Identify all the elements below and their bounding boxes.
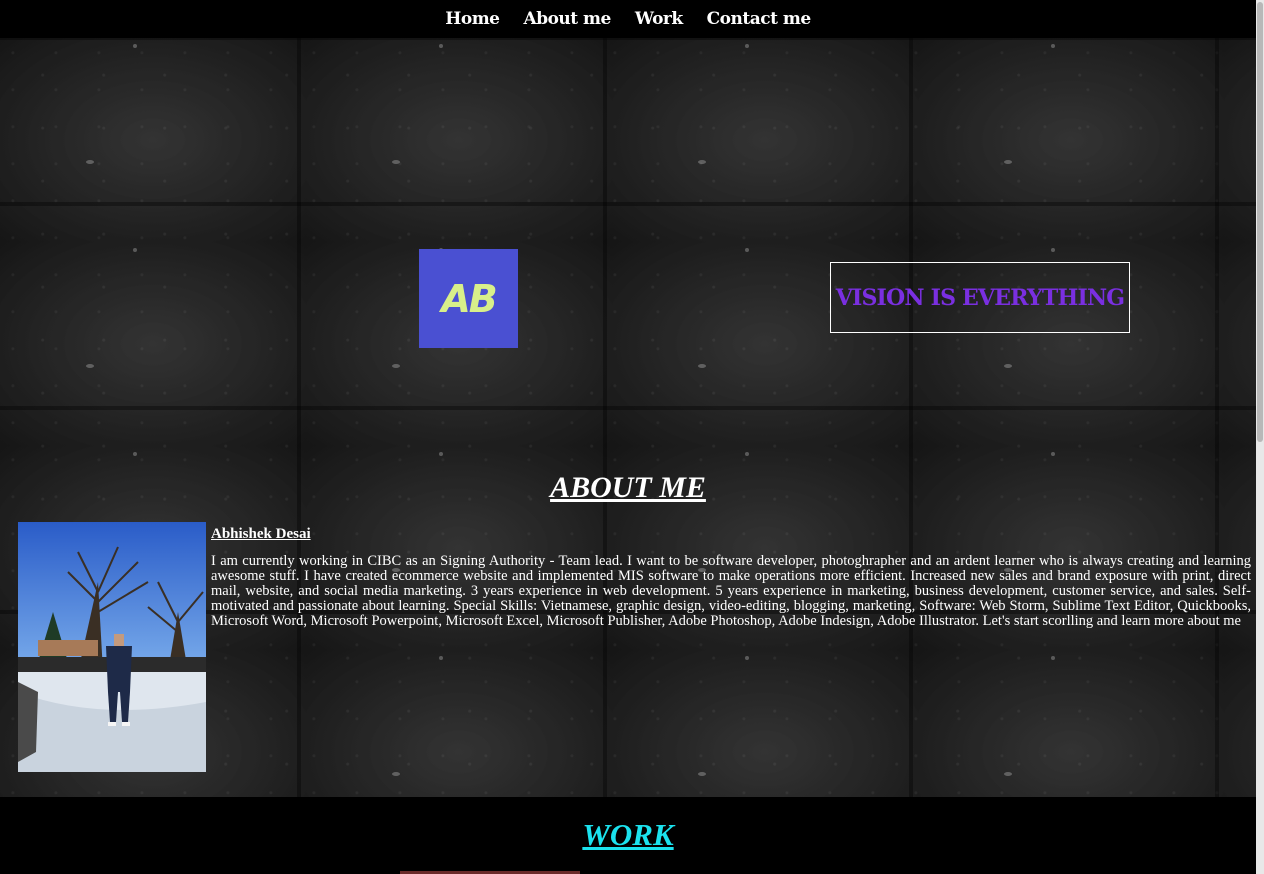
tagline-text: VISION IS EVERYTHING xyxy=(835,284,1125,311)
scrollbar-thumb[interactable] xyxy=(1257,2,1263,442)
nav-contact-link[interactable]: Contact me xyxy=(707,9,812,29)
tagline-box: VISION IS EVERYTHING xyxy=(830,262,1130,333)
work-heading: WORK xyxy=(582,817,674,852)
nav-work-link[interactable]: Work xyxy=(635,9,683,29)
work-section: WORK xyxy=(0,797,1256,874)
bio-name: Abhishek Desai xyxy=(211,526,311,542)
hero-section: AB VISION IS EVERYTHING ABOUT ME Abhishe… xyxy=(0,38,1256,797)
logo-text: AB xyxy=(441,276,497,321)
nav-home-link[interactable]: Home xyxy=(445,9,500,29)
ab-logo: AB xyxy=(419,249,518,348)
about-heading: ABOUT ME xyxy=(550,471,706,504)
profile-photo xyxy=(18,522,206,772)
bio-text: I am currently working in CIBC as an Sig… xyxy=(211,553,1251,629)
nav-about-link[interactable]: About me xyxy=(524,9,612,29)
page-scrollbar[interactable] xyxy=(1256,0,1264,874)
top-nav: Home About me Work Contact me xyxy=(0,0,1256,38)
